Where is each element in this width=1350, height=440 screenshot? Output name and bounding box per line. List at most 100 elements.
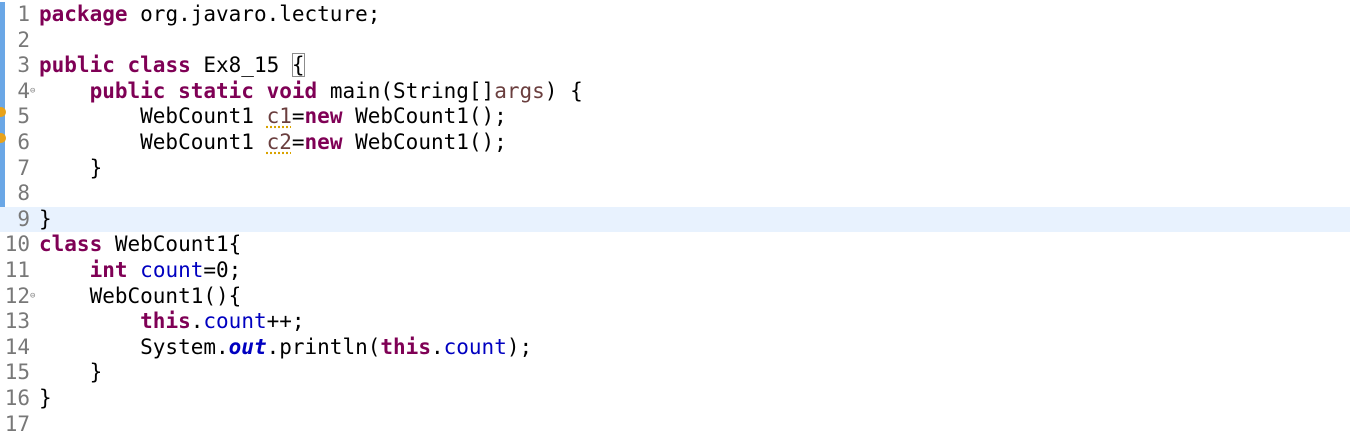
code-line[interactable]: 17: [0, 412, 1350, 438]
keyword-token: package: [39, 2, 128, 26]
code-token: WebCount1();: [342, 130, 507, 154]
code-token: WebCount1();: [342, 104, 507, 129]
keyword-token: public: [39, 53, 115, 78]
keyword-token: void: [266, 78, 318, 103]
code-text: WebCount1(){: [39, 283, 242, 310]
fold-toggle-icon[interactable]: ⊖: [30, 79, 35, 105]
code-token: }: [39, 155, 103, 180]
code-token: ++;: [266, 309, 305, 334]
code-token: .: [430, 334, 444, 359]
code-token: .println(: [266, 334, 381, 359]
line-number: 15: [4, 360, 30, 385]
line-number: 9: [17, 206, 30, 231]
code-token: );: [506, 334, 533, 359]
line-number: 3: [17, 53, 30, 78]
line-number: 6: [17, 130, 30, 154]
line-number: 16: [4, 386, 30, 410]
code-text: int count=0;: [39, 258, 242, 284]
line-number: 13: [4, 309, 30, 334]
line-number: 17: [4, 411, 30, 436]
code-token: =0;: [203, 258, 242, 282]
code-token: WebCount1: [39, 104, 267, 129]
keyword-token: public: [89, 78, 166, 103]
matching-bracket: {: [291, 53, 305, 78]
code-text: }: [39, 386, 52, 412]
keyword-token: int: [89, 258, 128, 282]
code-token: WebCount1: [39, 130, 267, 154]
code-text: class WebCount1{: [39, 232, 241, 258]
line-number: 11: [4, 258, 30, 282]
code-line[interactable]: 13 this.count++;: [0, 309, 1350, 335]
field-token: count: [140, 258, 204, 282]
code-token: }: [39, 386, 52, 410]
code-text: public static void main(String[]args) {: [39, 79, 583, 105]
code-line[interactable]: 16}: [0, 386, 1350, 412]
code-line[interactable]: 3 public class Ex8_15 {: [0, 53, 1350, 79]
code-text: }: [39, 155, 103, 182]
line-number: 8: [17, 181, 30, 206]
code-text: }: [39, 207, 52, 233]
code-line[interactable]: 7 }: [0, 156, 1350, 182]
field-token: count: [203, 309, 267, 334]
code-token: .: [190, 309, 204, 334]
code-token: System.: [39, 334, 229, 359]
code-text: public class Ex8_15 {: [39, 53, 305, 79]
keyword-token: static: [178, 78, 254, 103]
code-token: main(String[]: [317, 78, 495, 103]
code-token: Ex8_15: [190, 53, 292, 78]
code-line[interactable]: 2: [0, 28, 1350, 54]
code-line[interactable]: 8: [0, 181, 1350, 207]
code-line[interactable]: 5 WebCount1 c1=new WebCount1();: [0, 104, 1350, 130]
code-editor[interactable]: 1 package org.javaro.lecture; 2 3 public cla…: [0, 0, 1350, 440]
line-number: 7: [17, 155, 30, 180]
code-token: WebCount1(){: [39, 283, 242, 308]
code-token: }: [39, 206, 52, 231]
field-token: count: [443, 334, 507, 359]
code-line[interactable]: 14 System.out.println(this.count);: [0, 335, 1350, 361]
code-token: ) {: [544, 78, 583, 103]
code-token: =: [291, 130, 305, 154]
code-text: this.count++;: [39, 309, 305, 335]
code-token: WebCount1{: [102, 232, 242, 257]
fold-toggle-icon[interactable]: ⊖: [30, 284, 35, 310]
code-line[interactable]: 12 ⊖ WebCount1(){: [0, 284, 1350, 310]
parameter-token: args: [494, 78, 545, 103]
code-token: }: [39, 360, 103, 385]
code-line[interactable]: 4 ⊖ public static void main(String[]args)…: [0, 79, 1350, 105]
code-line[interactable]: 11 int count=0;: [0, 258, 1350, 284]
local-variable-token: c2: [266, 130, 292, 154]
code-line[interactable]: 15 }: [0, 360, 1350, 386]
keyword-token: class: [127, 53, 191, 78]
keyword-token: new: [304, 104, 343, 129]
code-token: org.javaro.lecture;: [127, 2, 381, 26]
line-number: 4: [17, 78, 30, 103]
code-text: WebCount1 c1=new WebCount1();: [39, 104, 507, 130]
code-line[interactable]: 1 package org.javaro.lecture;: [0, 2, 1350, 28]
line-number: 1: [17, 2, 30, 26]
line-number: 5: [17, 104, 30, 129]
static-field-token: out: [228, 334, 267, 359]
keyword-token: class: [39, 232, 103, 257]
code-text: package org.javaro.lecture;: [39, 2, 380, 28]
code-text: WebCount1 c2=new WebCount1();: [39, 130, 507, 156]
code-line[interactable]: 9}: [0, 206, 1350, 233]
code-text: }: [39, 360, 103, 386]
keyword-token: this: [140, 309, 191, 334]
line-number: 14: [4, 334, 30, 359]
keyword-token: this: [380, 334, 431, 359]
code-line[interactable]: 6 WebCount1 c2=new WebCount1();: [0, 130, 1350, 156]
line-number: 10: [4, 232, 30, 257]
code-token: =: [291, 104, 305, 129]
local-variable-token: c1: [266, 104, 292, 129]
keyword-token: new: [304, 130, 343, 154]
code-line[interactable]: 10 class WebCount1{: [0, 232, 1350, 258]
line-number: 12: [4, 283, 30, 308]
code-text: System.out.println(this.count);: [39, 335, 532, 361]
